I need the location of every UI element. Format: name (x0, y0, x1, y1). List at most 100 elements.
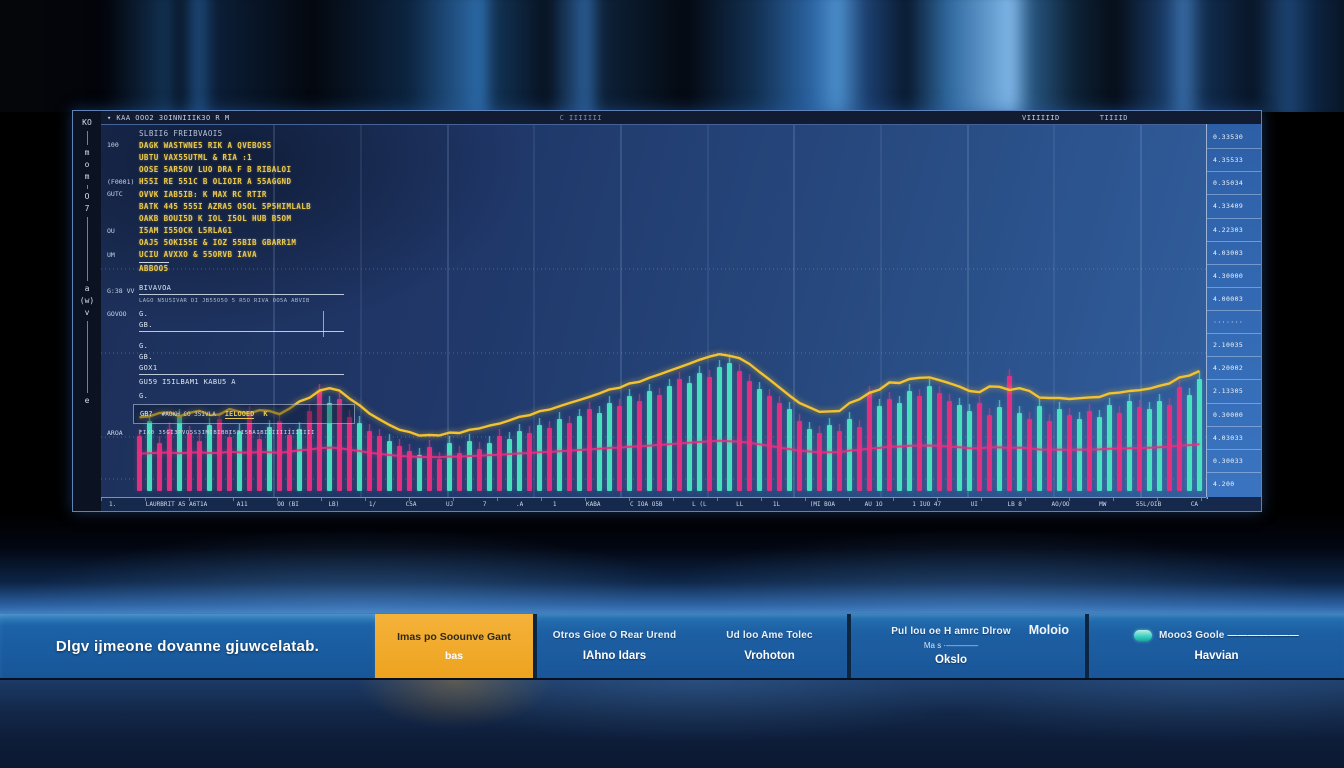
price-label: 4.00003 (1207, 287, 1261, 310)
chart-plot-area[interactable]: SLBII6 FREIBVAOI5100DAGK WASTWNE5 RIK A … (101, 124, 1208, 499)
time-label: LL (736, 501, 743, 508)
group-bottom-label: Okslo (935, 654, 967, 666)
tool-icon[interactable]: m (85, 148, 90, 158)
price-label: 2.13305 (1207, 379, 1261, 402)
taskbar-group-trend[interactable]: Otros Gioe O Rear Urend IAhno Idars Ud l… (537, 614, 847, 678)
group-top-label: Ud loo Ame Tolec (726, 630, 813, 641)
price-label: 4.200 (1207, 472, 1261, 495)
tool-icon[interactable]: O (85, 192, 90, 202)
quote-line: SLBII6 FREIBVAOI5 (107, 127, 311, 139)
header-right-text-2: TIIIID (1100, 114, 1128, 122)
streaks-gradient (0, 0, 1344, 112)
time-label: KABA (586, 501, 600, 508)
legend-item: IELOOED (225, 410, 255, 419)
quote-line: OOSE 5AR5OV LUO DRA F B RIBALOI (107, 164, 311, 176)
quote-line: OAKB BOUI5D K IOL I5OL HUB B5OM (107, 212, 311, 224)
tool-icon[interactable]: v (85, 308, 90, 318)
time-label: 1L (773, 501, 780, 508)
group-cloud-col[interactable]: Mooo3 Goole ——————— Havvian (1089, 614, 1344, 678)
time-label: CA (1191, 501, 1198, 508)
time-label: C IOA O5B (630, 501, 663, 508)
chart-header-bar: ▾ KAA OOO2 3OINNIIIK3O R M C IIIIIII VII… (101, 111, 1261, 125)
price-label: 4.20002 (1207, 356, 1261, 379)
time-label: C5A (406, 501, 417, 508)
group-bottom-label: Havvian (1194, 650, 1238, 662)
legend-item: GB? (140, 410, 153, 418)
taskbar-group-alerts[interactable]: Moloio Pul lou oe H amrc Dlrow Ma s ·———… (851, 614, 1085, 678)
tool-icon[interactable]: m (85, 172, 90, 182)
background-streaks (0, 0, 1344, 112)
status-text: Dlgv ijmeone dovanne gjuwcelatab. (56, 638, 319, 655)
price-label: 0.35034 (1207, 171, 1261, 194)
price-label: 4.22303 (1207, 218, 1261, 241)
time-label: LB) (328, 501, 339, 508)
time-label: A11 (237, 501, 248, 508)
group-top-label: Mooo3 Goole ——————— (1159, 630, 1299, 641)
quote-line: OAJ5 5OKI55E & IOZ 55BIB GBARR1M (107, 237, 311, 249)
indicator-row[interactable]: GOVOOG. (107, 310, 344, 318)
legend-item: #AOKH CO 35IVLA (162, 411, 216, 418)
indicator-row[interactable]: GB. (107, 353, 344, 361)
time-label: MW (1099, 501, 1106, 508)
tool-icon[interactable]: 7 (85, 204, 90, 214)
time-label: .A (516, 501, 523, 508)
indicator-row[interactable]: GOX1 (107, 364, 344, 375)
price-label: 0.33530 (1207, 126, 1261, 148)
tool-icon[interactable]: a (85, 284, 90, 294)
quote-line: ABBOO5 (107, 261, 311, 273)
time-label: LAURBRIT A5 A6T1A (146, 501, 207, 508)
cloud-icon (1134, 630, 1152, 641)
indicator-row[interactable]: GB. (107, 321, 344, 332)
group-volume-col[interactable]: Ud loo Ame Tolec Vrohoton (692, 614, 847, 678)
button-label-bottom: bas (445, 650, 463, 662)
toolbar-connector-line (87, 185, 88, 189)
tool-icon[interactable]: (w) (80, 296, 94, 306)
indicator-row[interactable]: G. (107, 392, 344, 400)
status-panel[interactable]: Dlgv ijmeone dovanne gjuwcelatab. (0, 614, 375, 678)
time-label: UJ (446, 501, 453, 508)
left-tool-strip[interactable]: KOmomO7a(w)ve (73, 111, 101, 511)
indicator-row[interactable]: GU59 I5ILBAM1 KABU5 A (107, 378, 344, 386)
taskbar-group-cloud[interactable]: Mooo3 Goole ——————— Havvian (1089, 614, 1344, 678)
quote-info-block: SLBII6 FREIBVAOI5100DAGK WASTWNE5 RIK A … (107, 127, 311, 273)
time-label: 1 (553, 501, 557, 508)
time-label: L (L (692, 501, 706, 508)
screen: KOmomO7a(w)ve ▾ KAA OOO2 3OINNIIIK3O R M… (0, 0, 1344, 768)
study-legend-box[interactable]: GB? #AOKH CO 35IVLA IELOOED K (133, 404, 355, 424)
tool-icon[interactable]: o (85, 160, 90, 170)
indicator-row[interactable]: G. (107, 342, 344, 350)
time-label: UI (971, 501, 978, 508)
quote-line: 100DAGK WASTWNE5 RIK A QVEBOS5 (107, 139, 311, 151)
group-mid-label: Ma s ·———— (924, 641, 978, 650)
indicator-row[interactable]: LAGO N5U5IVAR DI JB55O5O 5 R5O RIVA OO5A… (107, 298, 344, 304)
time-label: 55L/OIB (1136, 501, 1161, 508)
group-trend-col[interactable]: Otros Gioe O Rear Urend IAhno Idars (537, 614, 692, 678)
price-label: 2.10035 (1207, 333, 1261, 356)
time-label: 1. (109, 501, 116, 508)
quote-line: UMUCIU AVXXO & 55ORVB IAVA (107, 249, 311, 261)
header-center-text: C IIIIIII (560, 114, 602, 122)
time-label: AU 1O (865, 501, 883, 508)
indicator-row[interactable]: G:38 VVBIVAVOA (107, 284, 344, 295)
taskbar: Dlgv ijmeone dovanne gjuwcelatab. Imas p… (0, 613, 1344, 680)
panel-bracket-line (323, 311, 324, 337)
tool-icon[interactable]: KO (82, 118, 92, 128)
indicator-rows: G:38 VVBIVAVOA LAGO N5U5IVAR DI JB55O5O 5… (107, 284, 344, 403)
price-axis[interactable]: 0.335304.355330.350344.334094.223034.030… (1206, 124, 1261, 497)
primary-action-button[interactable]: Imas po Soounve Gant bas (375, 614, 533, 678)
tool-icon[interactable]: e (85, 396, 90, 406)
toolbar-connector-line (87, 217, 88, 281)
time-label: LB 8 (1007, 501, 1021, 508)
symbol-title: ▾ KAA OOO2 3OINNIIIK3O R M (107, 114, 230, 122)
time-axis[interactable]: 1.LAURBRIT A5 A6T1AA11OO (BILB)1/C5AUJ7.… (101, 497, 1206, 511)
study-text: FIX0 35GI3PVO5S3IMIBIBBI53I5BAIBIIIIIIII… (139, 430, 315, 436)
background-desk-surface (0, 680, 1344, 768)
price-label: 4.35533 (1207, 148, 1261, 171)
group-bottom-label: Vrohoton (744, 650, 794, 662)
toolbar-connector-line (87, 321, 88, 393)
legend-item: K (263, 410, 267, 418)
group-alerts-col[interactable]: Pul lou oe H amrc Dlrow Ma s ·———— Okslo (851, 614, 1051, 678)
price-label: 4.33409 (1207, 194, 1261, 217)
time-label: 1/ (369, 501, 376, 508)
header-right-text: VIIIIIID (1022, 114, 1060, 122)
